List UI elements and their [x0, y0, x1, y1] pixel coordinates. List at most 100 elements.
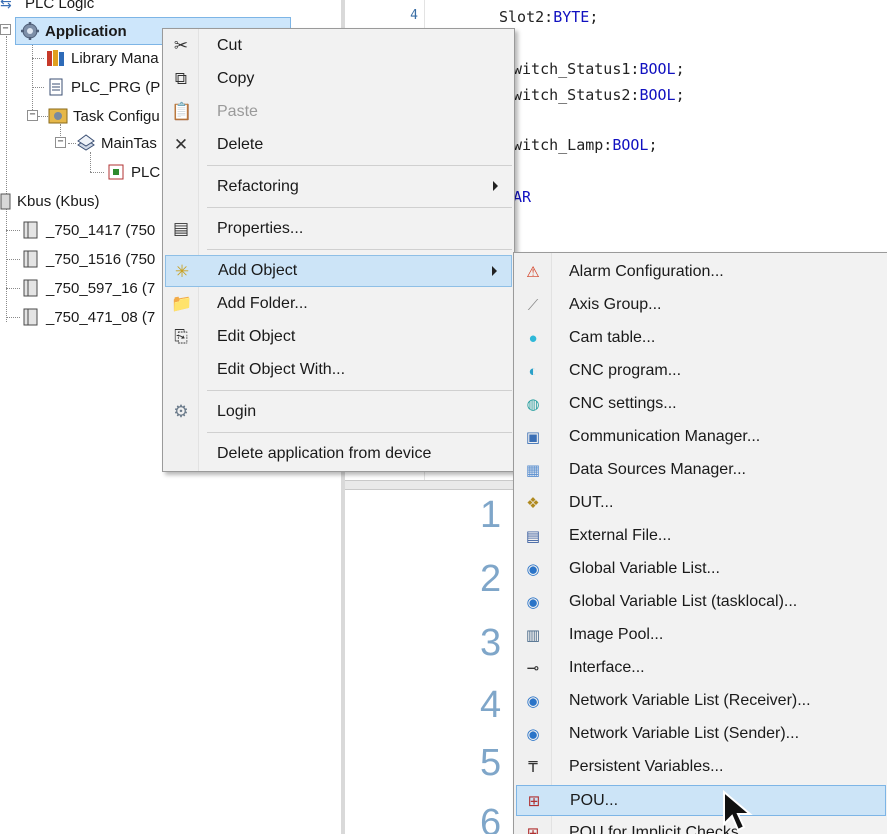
menu-item-label: Refactoring: [217, 178, 299, 195]
menu-item-copy[interactable]: ⧉ Copy: [165, 63, 512, 95]
properties-icon: ▤: [172, 219, 190, 238]
dut-icon: ❖: [526, 495, 540, 512]
submenu-item-label: Image Pool...: [569, 626, 664, 643]
code-line[interactable]: witch_Lamp:BOOL;: [513, 136, 658, 154]
step-number: 2: [480, 558, 502, 600]
io-module-icon: [21, 278, 41, 298]
step-number: 1: [480, 494, 502, 536]
delete-x-icon: ✕: [173, 135, 189, 154]
network-sender-icon: ◉: [526, 726, 540, 743]
menu-item-label: Add Folder...: [217, 295, 308, 312]
menu-separator: [207, 207, 512, 208]
submenu-item-label: Data Sources Manager...: [569, 461, 746, 478]
submenu-item-label: Alarm Configuration...: [569, 263, 724, 280]
code-line[interactable]: witch_Status2:BOOL;: [513, 86, 685, 104]
submenu-item-label: Communication Manager...: [569, 428, 761, 445]
submenu-item-globe-task[interactable]: ◉ Global Variable List (tasklocal)...: [516, 587, 886, 618]
tree-item-plc-prg[interactable]: PLC_PRG (P: [46, 74, 160, 100]
submenu-item-label: Network Variable List (Sender)...: [569, 725, 800, 742]
submenu-item-dut[interactable]: ❖ DUT...: [516, 488, 886, 519]
submenu-item-label: Network Variable List (Receiver)...: [569, 692, 811, 709]
tree-item-task-configuration[interactable]: Task Configu: [48, 103, 160, 129]
tree-item-io-module[interactable]: _750_471_08 (7: [21, 304, 155, 330]
tree-item-label: _750_471_08 (7: [46, 308, 156, 326]
menu-separator: [207, 249, 512, 250]
code-line[interactable]: AR: [513, 188, 531, 206]
tree-item-library-manager[interactable]: Library Mana: [46, 45, 159, 71]
submenu-item-cnc-settings[interactable]: ◍ CNC settings...: [516, 389, 886, 420]
submenu-item-pou[interactable]: ⊞ POU...: [516, 785, 886, 816]
submenu-item-persistent-pin[interactable]: ₸ Persistent Variables...: [516, 752, 886, 783]
menu-item-properties[interactable]: ▤ Properties...: [165, 213, 512, 245]
step-number: 5: [480, 742, 502, 784]
submenu-item-network-sender[interactable]: ◉ Network Variable List (Sender)...: [516, 719, 886, 750]
tree-item-label: MainTas: [101, 134, 157, 152]
expander-maintask[interactable]: −: [55, 137, 66, 148]
tree-item-label: Task Configu: [73, 107, 160, 125]
menu-item-label: Edit Object With...: [217, 361, 346, 378]
line-number: 4: [410, 8, 418, 23]
submenu-item-label: External File...: [569, 527, 672, 544]
tree-item-io-module[interactable]: _750_597_16 (7: [21, 275, 155, 301]
expander-application[interactable]: −: [0, 24, 11, 35]
tree-item-task-call[interactable]: PLC: [106, 159, 160, 185]
menu-item-add-folder[interactable]: 📁 Add Folder...: [165, 288, 512, 320]
axis-group-icon: ⟋: [527, 297, 539, 314]
code-line[interactable]: witch_Status1:BOOL;: [513, 60, 685, 78]
menu-item-paste[interactable]: 📋 Paste: [165, 96, 512, 128]
submenu-item-external-file[interactable]: ▤ External File...: [516, 521, 886, 552]
step-number: 3: [480, 622, 502, 664]
menu-item-refactoring[interactable]: Refactoring: [165, 171, 512, 203]
interface-icon: ⊸: [526, 660, 540, 677]
submenu-item-communication-manager[interactable]: ▣ Communication Manager...: [516, 422, 886, 453]
tree-item-label: PLC_PRG (P: [71, 78, 161, 96]
menu-item-label: Login: [217, 403, 257, 420]
submenu-item-pou-implicit[interactable]: ⊞ POU for Implicit Checks: [516, 818, 886, 834]
scissors-icon: ✂: [173, 36, 189, 55]
menu-item-cut[interactable]: ✂ Cut: [165, 30, 512, 62]
menu-item-add-object[interactable]: ✳ Add Object: [165, 255, 512, 287]
tree-item-kbus[interactable]: Kbus (Kbus): [0, 188, 100, 214]
cnc-settings-icon: ◍: [526, 396, 540, 413]
pou-document-icon: [46, 77, 66, 97]
submenu-item-label: Cam table...: [569, 329, 656, 346]
submenu-item-label: Persistent Variables...: [569, 758, 724, 775]
expander-task-config[interactable]: −: [27, 110, 38, 121]
step-number: 4: [480, 684, 502, 726]
code-line[interactable]: Slot2:BYTE;: [499, 8, 598, 26]
io-module-icon: [21, 249, 41, 269]
menu-item-label: Cut: [217, 37, 242, 54]
tree-item-maintask[interactable]: MainTas: [76, 130, 157, 156]
task-config-icon: [48, 106, 68, 126]
menu-item-edit-object-with[interactable]: Edit Object With...: [165, 354, 512, 386]
submenu-item-axis-group[interactable]: ⟋ Axis Group...: [516, 290, 886, 321]
submenu-item-label: POU for Implicit Checks: [569, 824, 739, 834]
submenu-item-network-receiver[interactable]: ◉ Network Variable List (Receiver)...: [516, 686, 886, 717]
menu-item-delete[interactable]: ✕ Delete: [165, 129, 512, 161]
tree-root-label: PLC Logic: [25, 0, 95, 12]
menu-item-label: Properties...: [217, 220, 304, 237]
submenu-item-label: DUT...: [569, 494, 614, 511]
library-books-icon: [46, 48, 66, 68]
menu-item-edit-object[interactable]: ⎘ Edit Object: [165, 321, 512, 353]
submenu-arrow-icon: [492, 266, 497, 276]
globe-icon: ◉: [526, 561, 540, 578]
io-module-icon: [21, 220, 41, 240]
submenu-item-interface[interactable]: ⊸ Interface...: [516, 653, 886, 684]
cnc-program-icon: ◐: [528, 363, 538, 380]
step-number: 6: [480, 802, 502, 834]
submenu-item-cam-table[interactable]: ● Cam table...: [516, 323, 886, 354]
submenu-item-data-sources[interactable]: ▦ Data Sources Manager...: [516, 455, 886, 486]
submenu-item-image-pool[interactable]: ▥ Image Pool...: [516, 620, 886, 651]
tree-item-label: _750_1516 (750: [46, 250, 156, 268]
submenu-item-globe[interactable]: ◉ Global Variable List...: [516, 554, 886, 585]
tree-item-io-module[interactable]: _750_1516 (750: [21, 246, 155, 272]
external-file-icon: ▤: [525, 528, 541, 545]
submenu-item-alarm[interactable]: ⚠ Alarm Configuration...: [516, 257, 886, 288]
menu-item-login[interactable]: ⚙ Login: [165, 396, 512, 428]
menu-item-delete-application[interactable]: Delete application from device: [165, 438, 512, 470]
tree-root[interactable]: ⇆ PLC Logic: [0, 0, 94, 16]
tree-item-io-module[interactable]: _750_1417 (750: [21, 217, 155, 243]
submenu-item-cnc-program[interactable]: ◐ CNC program...: [516, 356, 886, 387]
menu-separator: [207, 390, 512, 391]
